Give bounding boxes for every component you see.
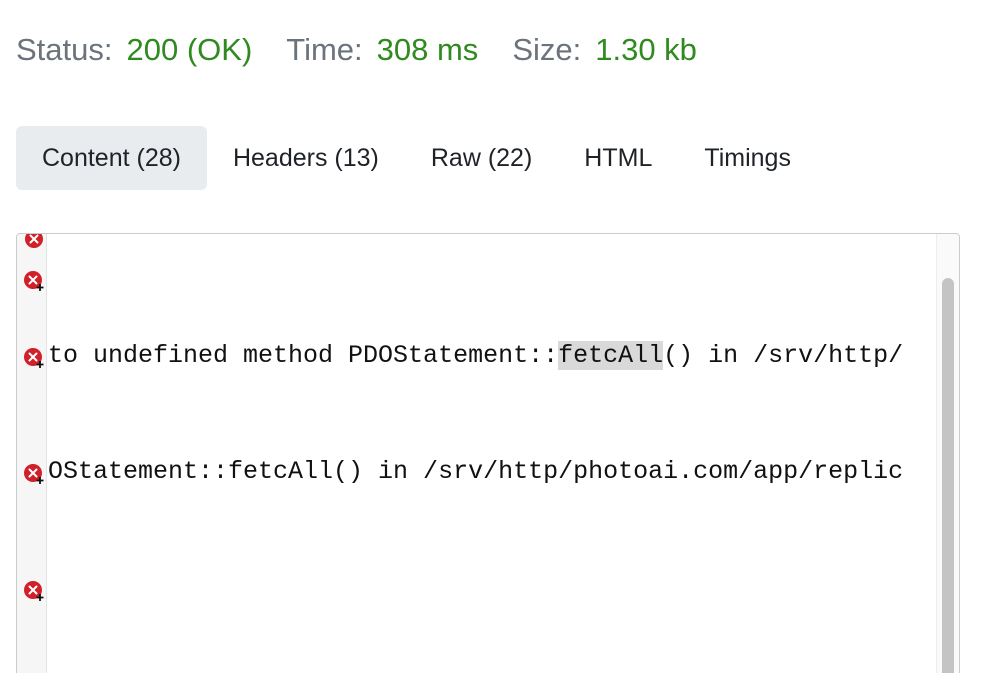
time-label: Time: bbox=[286, 32, 363, 67]
error-icon[interactable] bbox=[23, 233, 45, 250]
tab-content[interactable]: Content (28) bbox=[16, 126, 207, 190]
tab-html[interactable]: HTML bbox=[558, 126, 678, 190]
error-fold-icon[interactable] bbox=[23, 580, 45, 602]
tab-timings[interactable]: Timings bbox=[678, 126, 817, 190]
response-tabs: Content (28) Headers (13) Raw (22) HTML … bbox=[16, 126, 817, 190]
size-label: Size: bbox=[512, 32, 582, 67]
response-status-bar: Status: 200 (OK) Time: 308 ms Size: 1.30… bbox=[16, 28, 731, 72]
scrollbar-thumb[interactable] bbox=[942, 278, 954, 673]
vertical-scrollbar[interactable] bbox=[936, 234, 959, 673]
code-text: OStatement::fetcAll() in /srv/http/photo… bbox=[48, 457, 904, 486]
time-value: 308 ms bbox=[376, 32, 479, 67]
code-text: () in /srv/http/ bbox=[663, 341, 904, 370]
error-fold-icon[interactable] bbox=[23, 347, 45, 369]
code-text: to undefined method PDOStatement:: bbox=[48, 341, 559, 370]
status-label: Status: bbox=[16, 32, 113, 67]
error-fold-icon[interactable] bbox=[23, 270, 45, 292]
code-line[interactable]: OStatement::fetcAll() in /srv/http/photo… bbox=[48, 457, 935, 486]
size-value: 1.30 kb bbox=[595, 32, 697, 67]
response-panel: Status: 200 (OK) Time: 308 ms Size: 1.30… bbox=[0, 0, 1000, 673]
search-highlight: fetcAll bbox=[558, 341, 664, 370]
tab-headers[interactable]: Headers (13) bbox=[207, 126, 405, 190]
error-fold-icon[interactable] bbox=[23, 463, 45, 485]
code-line[interactable]: to undefined method PDOStatement::fetcAl… bbox=[48, 341, 935, 370]
tab-raw[interactable]: Raw (22) bbox=[405, 126, 558, 190]
status-value: 200 (OK) bbox=[126, 32, 253, 67]
editor-gutter bbox=[17, 234, 47, 673]
content-editor[interactable]: to undefined method PDOStatement::fetcAl… bbox=[16, 233, 960, 673]
